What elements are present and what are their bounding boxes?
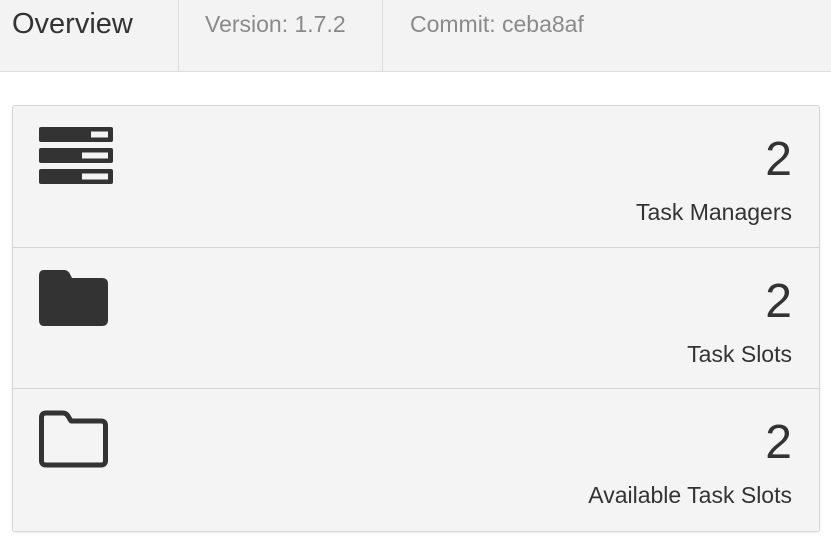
overview-stats-panel: 2 Task Managers 2 Task Slots 2 Available… (12, 105, 820, 532)
folder-outline-icon (38, 409, 114, 473)
stat-task-managers: 2 Task Managers (13, 106, 819, 248)
folder-filled-icon (38, 268, 114, 332)
available-task-slots-label: Available Task Slots (588, 482, 792, 508)
available-task-slots-count: 2 (765, 416, 792, 469)
server-icon (38, 126, 114, 190)
stat-available-task-slots: 2 Available Task Slots (13, 389, 819, 531)
task-slots-count: 2 (765, 274, 792, 328)
stat-task-slots: 2 Task Slots (13, 247, 819, 389)
commit-info: Commit: ceba8af (410, 11, 584, 37)
page-title: Overview (0, 0, 179, 71)
task-managers-label: Task Managers (636, 199, 792, 225)
top-bar: Overview Version: 1.7.2 Commit: ceba8af (0, 0, 831, 72)
task-slots-label: Task Slots (687, 340, 792, 367)
version-info: Version: 1.7.2 (179, 0, 383, 71)
task-managers-count: 2 (765, 133, 792, 186)
